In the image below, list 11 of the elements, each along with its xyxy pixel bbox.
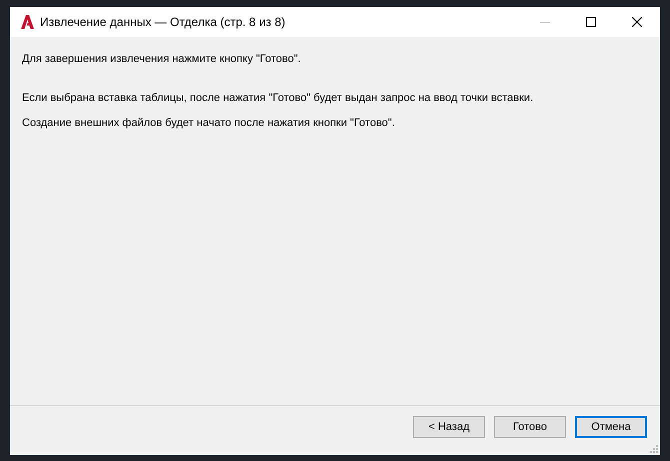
dialog-button[interactable]: Отмена: [575, 416, 647, 438]
resize-grip-icon: [650, 445, 658, 453]
message-text: Создание внешних файлов будет начато после нажатия кнопки "Готово".: [22, 117, 396, 129]
app-logo-icon: [20, 15, 34, 29]
message-text: Если выбрана вставка таблицы, после нажатия "Готово" будет выдан запрос на ввод точки вставки.: [22, 92, 534, 104]
dialog-button[interactable]: < Назад: [413, 416, 485, 438]
maximize-icon[interactable]: [586, 17, 596, 27]
message-text: Для завершения извлечения нажмите кнопку "Готово".: [22, 53, 302, 65]
window-title: Извлечение данных — Отделка (стр. 8 из 8): [40, 15, 286, 29]
close-icon[interactable]: [632, 17, 642, 27]
dialog-button[interactable]: Готово: [494, 416, 566, 438]
